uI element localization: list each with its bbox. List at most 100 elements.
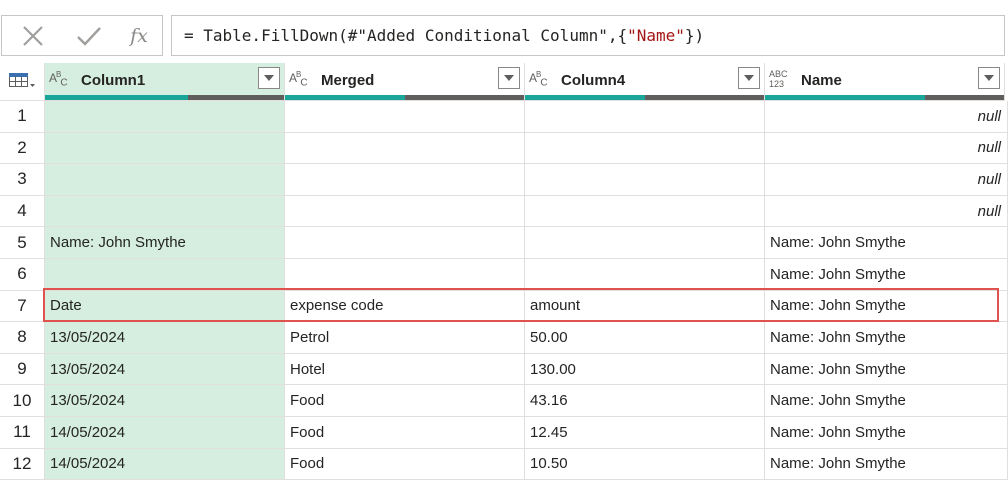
cell-merged[interactable]: Food <box>285 385 525 417</box>
fx-icon[interactable]: fx <box>112 16 166 55</box>
row-number[interactable]: 10 <box>0 385 45 417</box>
row-number[interactable]: 3 <box>0 164 45 196</box>
cell-merged[interactable] <box>285 132 525 165</box>
cell-merged[interactable]: Hotel <box>285 353 525 386</box>
column-quality-bar <box>45 95 284 100</box>
row-number[interactable]: 4 <box>0 195 45 228</box>
cell-name[interactable]: Name: John Smythe <box>765 448 1008 481</box>
cell-column1[interactable]: 14/05/2024 <box>45 417 285 449</box>
cell-column1[interactable] <box>45 101 285 133</box>
cell-column4[interactable]: 43.16 <box>525 385 765 417</box>
cell-column4[interactable]: amount <box>525 290 765 323</box>
column-title: Merged <box>321 72 375 89</box>
valid-bar <box>525 95 645 100</box>
text-type-icon[interactable]: ABC <box>529 70 548 88</box>
column-filter-dropdown[interactable] <box>978 67 1000 89</box>
formula-input[interactable]: = Table.FillDown(#"Added Conditional Col… <box>171 15 1005 56</box>
cell-name[interactable]: Name: John Smythe <box>765 322 1008 354</box>
valid-bar <box>45 95 189 100</box>
table-row: 1 null <box>0 101 1008 133</box>
text-type-icon[interactable]: ABC <box>49 70 68 88</box>
row-number[interactable]: 11 <box>0 417 45 449</box>
row-number[interactable]: 5 <box>0 227 45 259</box>
column-quality-bar <box>765 95 1004 100</box>
cell-column4[interactable]: 12.45 <box>525 417 765 449</box>
cell-name[interactable]: null <box>765 195 1008 228</box>
cell-column4[interactable] <box>525 227 765 259</box>
cell-column4[interactable]: 10.50 <box>525 448 765 481</box>
cell-column4[interactable] <box>525 101 765 133</box>
cell-merged[interactable]: Food <box>285 417 525 449</box>
chevron-down-icon <box>744 75 754 81</box>
cell-name[interactable]: Name: John Smythe <box>765 385 1008 417</box>
formula-string-literal: "Name" <box>627 26 685 45</box>
column-quality-bar <box>525 95 764 100</box>
row-number[interactable]: 1 <box>0 101 45 133</box>
cell-column4[interactable] <box>525 132 765 165</box>
table-menu-icon <box>9 73 35 87</box>
table-row: 10 13/05/2024 Food 43.16 Name: John Smythe <box>0 385 1008 417</box>
cell-column4[interactable]: 130.00 <box>525 353 765 386</box>
text-type-icon[interactable]: ABC <box>289 70 308 88</box>
cell-column1[interactable]: 13/05/2024 <box>45 322 285 354</box>
cell-column1[interactable] <box>45 195 285 228</box>
cell-merged[interactable]: Food <box>285 448 525 481</box>
column-header-column1[interactable]: ABC Column1 <box>45 63 285 101</box>
cell-merged[interactable] <box>285 259 525 291</box>
valid-bar <box>765 95 926 100</box>
column-header-name[interactable]: ABC 123 Name <box>765 63 1005 101</box>
column-header-merged[interactable]: ABC Merged <box>285 63 525 101</box>
row-number[interactable]: 2 <box>0 132 45 165</box>
cell-name[interactable]: Name: John Smythe <box>765 417 1008 449</box>
table-row: 5 Name: John Smythe Name: John Smythe <box>0 227 1008 259</box>
cell-name[interactable]: null <box>765 164 1008 196</box>
column-filter-dropdown[interactable] <box>498 67 520 89</box>
cell-name[interactable]: Name: John Smythe <box>765 227 1008 259</box>
cell-column4[interactable] <box>525 195 765 228</box>
column-filter-dropdown[interactable] <box>258 67 280 89</box>
cell-column1[interactable]: 13/05/2024 <box>45 353 285 386</box>
cell-column4[interactable] <box>525 259 765 291</box>
cell-name[interactable]: Name: John Smythe <box>765 353 1008 386</box>
cell-name[interactable]: null <box>765 101 1008 133</box>
cell-column1[interactable]: 13/05/2024 <box>45 385 285 417</box>
cell-column1[interactable]: Name: John Smythe <box>45 227 285 259</box>
table-menu-button[interactable] <box>0 63 45 101</box>
column-filter-dropdown[interactable] <box>738 67 760 89</box>
cell-merged[interactable] <box>285 101 525 133</box>
table-row: 12 14/05/2024 Food 10.50 Name: John Smythe <box>0 448 1008 481</box>
table-row: 7 Date expense code amount Name: John Smythe <box>0 290 1008 323</box>
row-number[interactable]: 8 <box>0 322 45 354</box>
any-type-icon[interactable]: ABC 123 <box>769 69 788 89</box>
valid-bar <box>285 95 405 100</box>
column-title: Name <box>801 72 842 89</box>
row-number[interactable]: 9 <box>0 353 45 386</box>
cell-merged[interactable]: Petrol <box>285 322 525 354</box>
x-icon[interactable] <box>6 16 60 55</box>
formula-suffix: }) <box>684 26 705 45</box>
formula-bar-buttons: fx <box>1 15 163 56</box>
cell-merged[interactable] <box>285 164 525 196</box>
cell-merged[interactable] <box>285 227 525 259</box>
formula-bar: fx = Table.FillDown(#"Added Conditional … <box>0 0 1008 63</box>
header-row: ABC Column1 ABC Merged ABC Column4 ABC 12… <box>0 63 1008 101</box>
cell-name[interactable]: Name: John Smythe <box>765 259 1008 291</box>
cell-column1[interactable] <box>45 164 285 196</box>
cell-name[interactable]: Name: John Smythe <box>765 290 1008 323</box>
cell-merged[interactable]: expense code <box>285 290 525 323</box>
row-number[interactable]: 6 <box>0 259 45 291</box>
cell-merged[interactable] <box>285 195 525 228</box>
checkmark-icon[interactable] <box>62 16 116 55</box>
column-header-column4[interactable]: ABC Column4 <box>525 63 765 101</box>
cell-column1[interactable]: 14/05/2024 <box>45 448 285 481</box>
cell-column4[interactable] <box>525 164 765 196</box>
row-number[interactable]: 12 <box>0 448 45 481</box>
cell-column1[interactable] <box>45 259 285 291</box>
row-number[interactable]: 7 <box>0 290 45 323</box>
cell-name[interactable]: null <box>765 132 1008 165</box>
cell-column1[interactable] <box>45 132 285 165</box>
table-row: 11 14/05/2024 Food 12.45 Name: John Smythe <box>0 417 1008 449</box>
cell-column1[interactable]: Date <box>45 290 285 323</box>
chevron-down-icon <box>984 75 994 81</box>
cell-column4[interactable]: 50.00 <box>525 322 765 354</box>
